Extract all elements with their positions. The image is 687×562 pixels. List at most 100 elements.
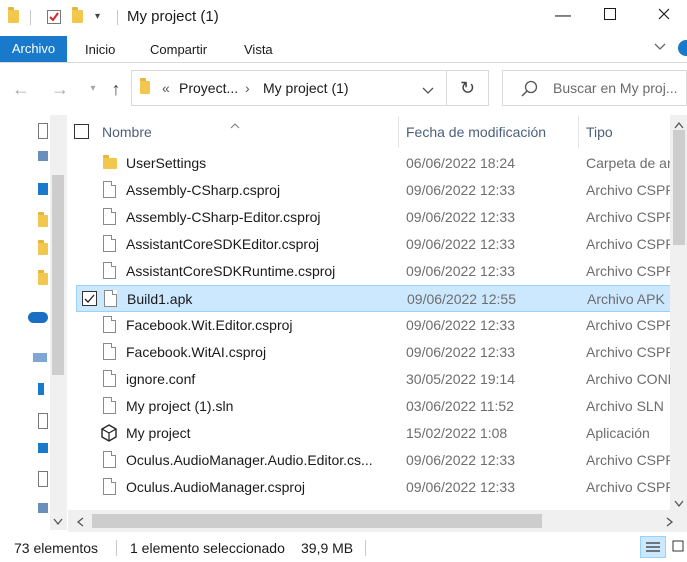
chevron-down-icon[interactable] [52, 514, 64, 530]
file-row[interactable]: Oculus.AudioManager.csproj 09/06/2022 12:… [76, 474, 670, 501]
tab-compartir[interactable]: Compartir [150, 38, 207, 62]
close-button[interactable] [641, 0, 687, 32]
breadcrumb-item[interactable]: Proyect... [179, 80, 238, 96]
status-bar: 73 elementos 1 elemento seleccionado 39,… [0, 532, 687, 562]
chevron-left-icon[interactable] [76, 515, 86, 531]
forward-button[interactable]: → [47, 76, 73, 102]
breadcrumb-item[interactable]: My project (1) [263, 80, 349, 96]
maximize-button[interactable] [587, 0, 633, 32]
file-row[interactable]: Facebook.Wit.Editor.csproj 09/06/2022 12:… [76, 312, 670, 339]
chevron-down-icon: ▾ [90, 83, 96, 94]
unity-icon [101, 424, 117, 442]
column-divider[interactable] [398, 116, 399, 148]
file-date: 09/06/2022 12:33 [406, 236, 515, 252]
file-type: Archivo CONF [586, 371, 677, 387]
arrow-up-icon: ↑ [111, 79, 121, 99]
row-checkbox[interactable] [82, 291, 97, 306]
file-name: Assembly-CSharp.csproj [126, 182, 281, 198]
file-date: 09/06/2022 12:33 [406, 479, 515, 495]
customize-toolbar-icon[interactable]: ▾ [95, 9, 111, 25]
file-row[interactable]: Oculus.AudioManager.Audio.Editor.cs... 09… [76, 447, 670, 474]
checkmark-icon [84, 294, 95, 303]
file-date: 09/06/2022 12:33 [406, 344, 515, 360]
file-row[interactable]: My project 15/02/2022 1:08 Aplicación [76, 420, 670, 447]
close-icon [658, 7, 670, 25]
minimize-button[interactable]: — [540, 0, 586, 32]
divider [116, 540, 117, 556]
search-input[interactable]: Buscar en My proj... [502, 70, 687, 106]
file-name: Oculus.AudioManager.Audio.Editor.cs... [126, 452, 373, 468]
file-icon [103, 235, 116, 252]
file-date: 03/06/2022 11:52 [406, 398, 514, 414]
details-view-button[interactable] [640, 536, 666, 558]
file-row[interactable]: UserSettings 06/06/2022 18:24 Carpeta de a… [76, 150, 672, 177]
file-name: Facebook.Wit.Editor.csproj [126, 317, 293, 333]
sort-ascending-icon [230, 116, 240, 132]
window-title: My project (1) [127, 8, 219, 25]
help-icon[interactable] [678, 40, 687, 56]
up-button[interactable]: ↑ [103, 76, 129, 102]
address-bar[interactable]: « Proyect... › My project (1) [131, 70, 447, 106]
tab-vista[interactable]: Vista [244, 38, 273, 62]
horizontal-scrollbar-thumb[interactable] [92, 514, 542, 528]
item-count: 73 elementos [14, 540, 99, 556]
file-row[interactable]: Assembly-CSharp-Editor.csproj 09/06/2022 … [76, 204, 670, 231]
column-header-date[interactable]: Fecha de modificación [406, 124, 546, 140]
properties-icon[interactable] [46, 9, 62, 25]
file-type: Carpeta de ar [586, 155, 672, 171]
column-divider[interactable] [578, 116, 579, 148]
expand-ribbon-icon[interactable] [653, 40, 667, 54]
file-icon [103, 370, 116, 387]
file-row[interactable]: My project (1).sln 03/06/2022 11:52 Archiv… [76, 393, 670, 420]
file-name: ignore.conf [126, 371, 196, 387]
column-header-type[interactable]: Tipo [586, 124, 613, 140]
file-name: AssistantCoreSDKRuntime.csproj [126, 263, 336, 279]
file-icon [103, 343, 116, 360]
refresh-icon: ↻ [459, 77, 476, 98]
file-row[interactable]: AssistantCoreSDKRuntime.csproj 09/06/2022… [76, 258, 670, 285]
file-name: Facebook.WitAI.csproj [126, 344, 267, 360]
file-row[interactable]: AssistantCoreSDKEditor.csproj 09/06/2022 … [76, 231, 670, 258]
file-icon [103, 181, 116, 198]
large-icons-view-icon [672, 540, 684, 552]
file-date: 09/06/2022 12:33 [406, 209, 515, 225]
title-bar: ▾ My project (1) — [0, 0, 687, 34]
tab-archivo[interactable]: Archivo [0, 36, 67, 62]
file-name: My project [126, 425, 191, 441]
divider [365, 540, 366, 556]
file-row[interactable]: Facebook.WitAI.csproj 09/06/2022 12:33 Arc… [76, 339, 670, 366]
column-header-name[interactable]: Nombre [102, 124, 152, 140]
select-all-checkbox[interactable] [74, 124, 89, 139]
selection-size: 39,9 MB [301, 540, 354, 556]
breadcrumb-overflow[interactable]: « [162, 80, 170, 96]
file-row[interactable]: ignore.conf 30/05/2022 19:14 Archivo CONF [76, 366, 677, 393]
file-date: 09/06/2022 12:33 [406, 263, 515, 279]
file-icon [103, 397, 116, 414]
arrow-right-icon: → [51, 79, 69, 99]
file-row[interactable]: Assembly-CSharp.csproj 09/06/2022 12:33 Ar… [76, 177, 670, 204]
file-icon [103, 478, 116, 495]
tab-inicio[interactable]: Inicio [85, 38, 115, 62]
chevron-down-icon[interactable] [422, 83, 434, 99]
file-date: 09/06/2022 12:33 [406, 317, 515, 333]
file-icon [103, 316, 116, 333]
file-date: 30/05/2022 19:14 [406, 371, 515, 387]
document-icon[interactable] [38, 123, 48, 139]
back-button[interactable]: ← [8, 76, 34, 102]
details-view-icon [646, 542, 660, 552]
minimize-icon: — [555, 7, 571, 24]
file-row[interactable]: Build1.apk 09/06/2022 12:55 Archivo APK [76, 285, 670, 312]
vertical-scrollbar-thumb[interactable] [673, 130, 685, 245]
file-icon [104, 290, 117, 307]
new-folder-icon[interactable] [72, 7, 88, 25]
refresh-button[interactable]: ↻ [447, 70, 489, 106]
chevron-up-icon[interactable] [673, 118, 685, 134]
file-type: Archivo SLN [586, 398, 664, 414]
file-icon [103, 451, 116, 468]
file-name: Assembly-CSharp-Editor.csproj [126, 209, 321, 225]
file-date: 09/06/2022 12:33 [406, 182, 515, 198]
folder-icon [140, 78, 150, 94]
file-type: Aplicación [586, 425, 650, 441]
chevron-right-icon[interactable] [664, 515, 674, 531]
large-icons-view-button[interactable] [670, 536, 687, 558]
